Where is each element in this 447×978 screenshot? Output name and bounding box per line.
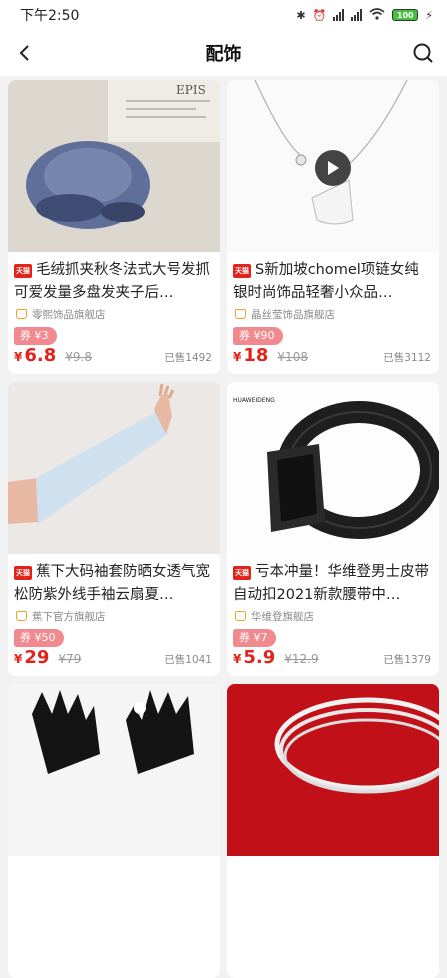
product-title[interactable]: 天猫 S新加坡chomel项链女纯银时尚饰品轻奢小众品…	[227, 252, 439, 305]
product-image-hair-claw[interactable]: EPIS	[8, 80, 220, 252]
chevron-left-icon	[19, 45, 29, 61]
sold-count: 已售1041	[164, 654, 212, 666]
product-title[interactable]: 天猫 毛绒抓夹秋冬法式大号发抓可爱发量多盘发夹子后…	[8, 252, 220, 305]
product-card[interactable]: EPIS 天猫 毛绒抓夹秋冬法式大号发抓可爱发量多盘发夹子后… 零熙饰品旗舰店 券…	[8, 80, 220, 374]
video-play-button[interactable]	[315, 150, 351, 186]
price-row: ¥6.8 ¥9.8 已售1492	[14, 345, 212, 366]
status-icons: ✱ ⏰ 100 ⚡	[296, 7, 433, 23]
sold-count: 已售3112	[383, 352, 431, 364]
product-image-bracelet[interactable]	[227, 684, 439, 856]
product-title[interactable]: 天猫 蕉下大码袖套防晒女透气宽松防紫外线手袖云扇夏…	[8, 554, 220, 607]
product-card[interactable]	[8, 684, 220, 978]
search-icon	[413, 43, 433, 63]
status-time: 下午2:50	[20, 8, 80, 24]
coupon-badge: 券 ¥50	[14, 629, 64, 647]
search-button[interactable]	[409, 39, 437, 67]
sold-count: 已售1379	[383, 654, 431, 666]
shop-icon	[235, 611, 246, 621]
shop-icon	[235, 309, 246, 319]
signal-icon-2	[351, 9, 363, 21]
product-card[interactable]: 天猫 蕉下大码袖套防晒女透气宽松防紫外线手袖云扇夏… 蕉下官方旗舰店 券 ¥50 …	[8, 382, 220, 676]
bluetooth-icon: ✱	[296, 8, 306, 22]
play-icon	[328, 161, 339, 175]
current-price: ¥29	[14, 647, 50, 668]
coupon-badge: 券 ¥7	[233, 629, 276, 647]
product-image-arm-sleeve[interactable]	[8, 382, 220, 554]
shop-icon	[16, 309, 27, 319]
current-price: ¥18	[233, 345, 269, 366]
tmall-badge: 天猫	[14, 566, 32, 580]
coupon-badge: 券 ¥3	[14, 327, 57, 345]
price-row: ¥29 ¥79 已售1041	[14, 647, 212, 668]
shop-name[interactable]: 晶丝莹饰品旗舰店	[227, 305, 439, 321]
header: 配饰	[0, 30, 447, 76]
current-price: ¥5.9	[233, 647, 276, 668]
coupon-badge: 券 ¥90	[233, 327, 283, 345]
original-price: ¥108	[277, 350, 308, 364]
shop-name[interactable]: 华维登旗舰店	[227, 607, 439, 623]
charging-icon: ⚡	[425, 8, 433, 22]
product-image-belt[interactable]: HUAWEIDENG	[227, 382, 439, 554]
product-card[interactable]: 天猫 S新加坡chomel项链女纯银时尚饰品轻奢小众品… 晶丝莹饰品旗舰店 券 ¥…	[227, 80, 439, 374]
product-title[interactable]: 天猫 亏本冲量！华维登男士皮带自动扣2021新款腰带中…	[227, 554, 439, 607]
tmall-badge: 天猫	[14, 264, 32, 278]
wifi-icon	[369, 7, 385, 23]
shop-name[interactable]: 蕉下官方旗舰店	[8, 607, 220, 623]
tmall-badge: 天猫	[233, 264, 251, 278]
product-card[interactable]	[227, 684, 439, 978]
original-price: ¥9.8	[65, 350, 92, 364]
brand-text: HUAWEIDENG	[233, 397, 275, 404]
battery-icon: 100	[392, 9, 419, 21]
alarm-icon: ⏰	[312, 8, 327, 22]
shop-icon	[16, 611, 27, 621]
current-price: ¥6.8	[14, 345, 57, 366]
product-card[interactable]: HUAWEIDENG 天猫 亏本冲量！华维登男士皮带自动扣2021新款腰带中… 华…	[227, 382, 439, 676]
status-bar: 下午2:50 ✱ ⏰ 100 ⚡	[0, 0, 447, 30]
product-image-gloves[interactable]	[8, 684, 220, 856]
price-row: ¥5.9 ¥12.9 已售1379	[233, 647, 431, 668]
sold-count: 已售1492	[164, 352, 212, 364]
tmall-badge: 天猫	[233, 566, 251, 580]
shop-name[interactable]: 零熙饰品旗舰店	[8, 305, 220, 321]
signal-icon	[333, 9, 345, 21]
price-row: ¥18 ¥108 已售3112	[233, 345, 431, 366]
page-title: 配饰	[205, 44, 242, 65]
back-button[interactable]	[10, 39, 38, 67]
original-price: ¥79	[58, 652, 82, 666]
original-price: ¥12.9	[284, 652, 319, 666]
product-grid: EPIS 天猫 毛绒抓夹秋冬法式大号发抓可爱发量多盘发夹子后… 零熙饰品旗舰店 券…	[0, 76, 447, 978]
newspaper-text: EPIS	[176, 83, 206, 97]
product-image-necklace[interactable]	[227, 80, 439, 252]
